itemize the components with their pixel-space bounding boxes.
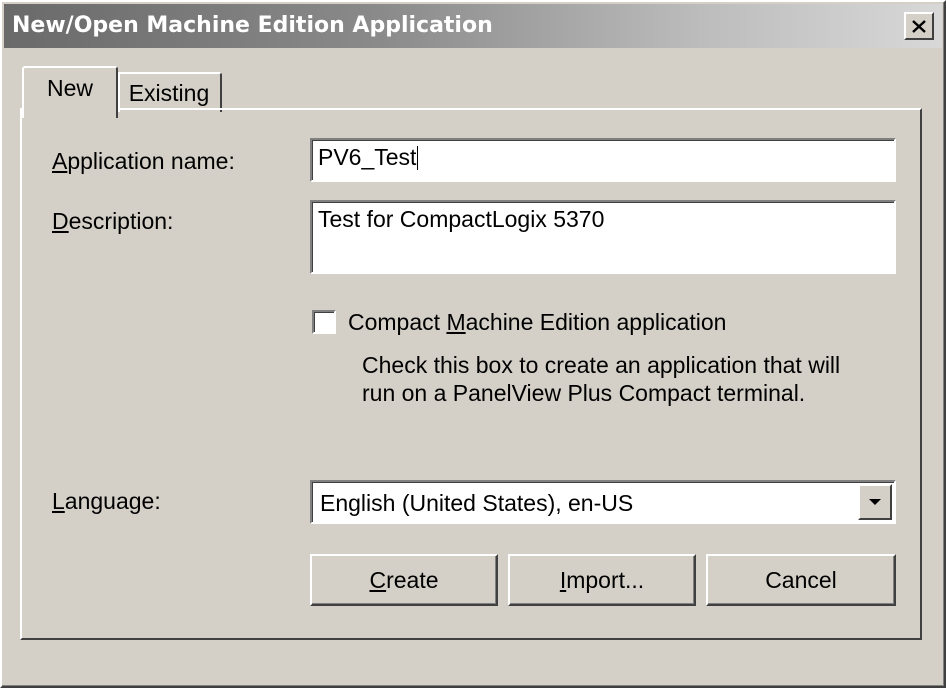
title-bar[interactable]: New/Open Machine Edition Application (4, 4, 942, 48)
tab-new[interactable]: New (22, 66, 118, 118)
tab-existing-label: Existing (128, 79, 210, 106)
dialog-window: New/Open Machine Edition Application Exi… (0, 0, 946, 688)
close-icon (912, 19, 926, 33)
tab-existing[interactable]: Existing (118, 72, 222, 112)
tab-panel-new (20, 108, 922, 640)
tab-new-label: New (46, 74, 93, 101)
window-title: New/Open Machine Edition Application (12, 13, 493, 38)
close-button[interactable] (904, 12, 934, 40)
